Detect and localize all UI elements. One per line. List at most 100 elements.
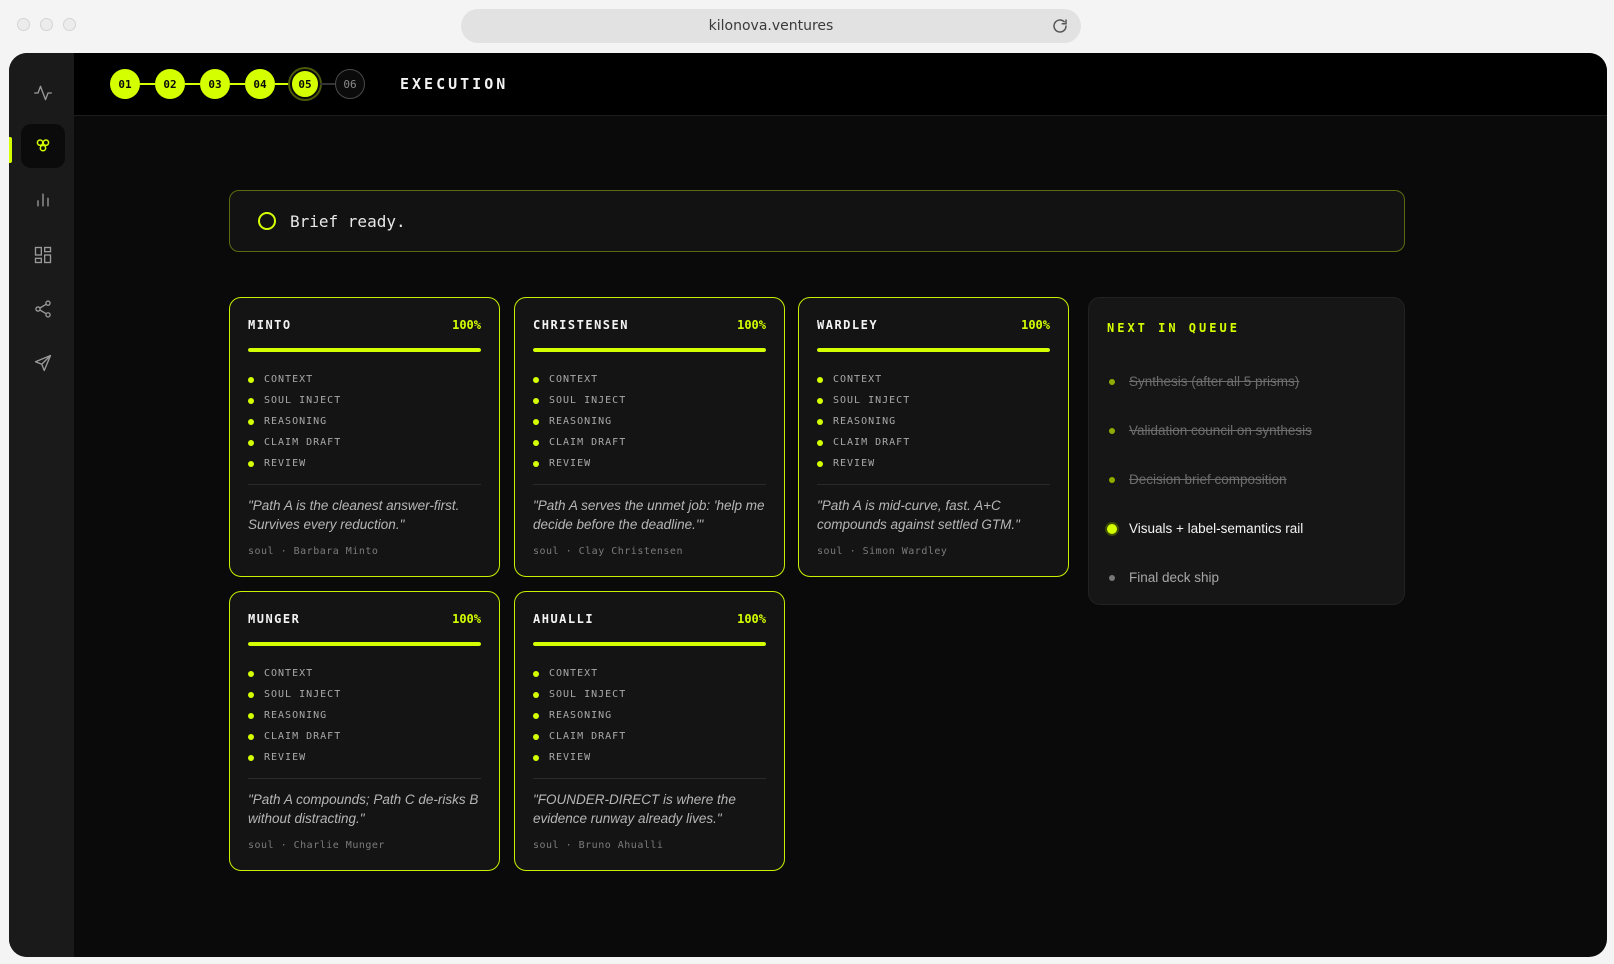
queue-item[interactable]: Validation council on synthesis <box>1107 406 1386 455</box>
prism-card-minto[interactable]: MINTO 100% CONTEXT SOUL INJECT REASONING… <box>229 297 500 577</box>
stage-item: CONTEXT <box>248 369 481 390</box>
nav-analytics[interactable] <box>21 178 65 222</box>
stage-item: CONTEXT <box>533 663 766 684</box>
prism-icon <box>36 139 50 152</box>
step-connector <box>320 83 335 85</box>
stage-label: CLAIM DRAFT <box>833 437 911 448</box>
minimize-window-button[interactable] <box>40 18 53 31</box>
prism-card-wardley[interactable]: WARDLEY 100% CONTEXT SOUL INJECT REASONI… <box>798 297 1069 577</box>
stage-done-dot <box>248 754 254 761</box>
step-06[interactable]: 06 <box>335 69 365 99</box>
card-quote: "Path A compounds; Path C de-risks B wit… <box>248 792 479 826</box>
card-percent: 100% <box>452 612 481 626</box>
card-percent: 100% <box>452 318 481 332</box>
queue-item[interactable]: Final deck ship <box>1107 553 1386 602</box>
maximize-window-button[interactable] <box>63 18 76 31</box>
reload-icon[interactable] <box>1051 17 1069 35</box>
step-02[interactable]: 02 <box>155 69 185 99</box>
stage-item: CLAIM DRAFT <box>817 432 1050 453</box>
progress-fill <box>817 348 1050 352</box>
card-divider <box>248 778 481 779</box>
queue-item-current[interactable]: Visuals + label-semantics rail <box>1107 504 1386 553</box>
queue-item[interactable]: Decision brief composition <box>1107 455 1386 504</box>
queue-item-label: Decision brief composition <box>1129 472 1287 487</box>
stage-label: CLAIM DRAFT <box>264 731 342 742</box>
step-03[interactable]: 03 <box>200 69 230 99</box>
queue-done-dot <box>1109 476 1115 483</box>
grid-icon <box>34 246 52 264</box>
stage-done-dot <box>817 376 823 383</box>
card-percent: 100% <box>737 318 766 332</box>
close-window-button[interactable] <box>17 18 30 31</box>
card-percent: 100% <box>1021 318 1050 332</box>
stage-item: SOUL INJECT <box>533 684 766 705</box>
stage-done-dot <box>533 418 539 425</box>
card-title: AHUALLI <box>533 612 595 626</box>
stage-label: REASONING <box>264 710 328 721</box>
bar-chart-icon <box>37 193 49 207</box>
nav-dashboard[interactable] <box>21 233 65 277</box>
step-connector <box>140 83 155 85</box>
nav-prisms[interactable] <box>21 124 65 168</box>
next-in-queue-panel: NEXT IN QUEUE Synthesis (after all 5 pri… <box>1088 297 1405 605</box>
card-soul: soul · Charlie Munger <box>248 840 385 851</box>
stage-item: CONTEXT <box>817 369 1050 390</box>
stage-label: CONTEXT <box>549 668 599 679</box>
stage-done-dot <box>248 376 254 383</box>
progress-bar <box>533 642 766 646</box>
stage-label: SOUL INJECT <box>549 395 627 406</box>
stage-label: REVIEW <box>264 458 307 469</box>
prism-card-ahualli[interactable]: AHUALLI 100% CONTEXT SOUL INJECT REASONI… <box>514 591 785 871</box>
stage-done-dot <box>533 691 539 698</box>
nav-activity[interactable] <box>21 71 65 115</box>
stage-label: REASONING <box>549 710 613 721</box>
share-icon <box>35 300 51 318</box>
stage-label: REASONING <box>833 416 897 427</box>
queue-title: NEXT IN QUEUE <box>1107 321 1240 335</box>
stage-done-dot <box>817 439 823 446</box>
card-soul: soul · Bruno Ahualli <box>533 840 664 851</box>
stage-item: CONTEXT <box>248 663 481 684</box>
stage-label: SOUL INJECT <box>833 395 911 406</box>
step-01[interactable]: 01 <box>110 69 140 99</box>
stage-done-dot <box>817 460 823 467</box>
stage-item: REASONING <box>817 411 1050 432</box>
progress-bar <box>248 348 481 352</box>
stage-item: REASONING <box>533 705 766 726</box>
app-window: 01 02 03 04 05 06 EXECUTION Brief ready.… <box>9 53 1607 957</box>
sidebar <box>9 53 74 957</box>
stage-list: CONTEXT SOUL INJECT REASONING CLAIM DRAF… <box>248 663 481 768</box>
stage-item: REVIEW <box>248 453 481 474</box>
stage-done-dot <box>533 733 539 740</box>
stage-done-dot <box>533 670 539 677</box>
card-quote: "Path A is the cleanest answer-first. Su… <box>248 498 460 532</box>
stage-label: REASONING <box>549 416 613 427</box>
address-bar[interactable]: kilonova.ventures <box>461 9 1081 43</box>
card-title: CHRISTENSEN <box>533 318 629 332</box>
step-05[interactable]: 05 <box>290 69 320 99</box>
stage-label: SOUL INJECT <box>549 689 627 700</box>
nav-share[interactable] <box>21 287 65 331</box>
progress-fill <box>248 348 481 352</box>
stage-label: REVIEW <box>549 458 592 469</box>
queue-item-label: Synthesis (after all 5 prisms) <box>1129 374 1300 389</box>
prism-card-christensen[interactable]: CHRISTENSEN 100% CONTEXT SOUL INJECT REA… <box>514 297 785 577</box>
card-soul: soul · Clay Christensen <box>533 546 683 557</box>
brief-status-text: Brief ready. <box>290 211 406 231</box>
phase-title: EXECUTION <box>400 75 509 93</box>
stage-label: REVIEW <box>549 752 592 763</box>
prism-card-munger[interactable]: MUNGER 100% CONTEXT SOUL INJECT REASONIN… <box>229 591 500 871</box>
activity-icon <box>34 85 52 101</box>
stage-item: SOUL INJECT <box>533 390 766 411</box>
queue-current-dot <box>1107 523 1117 534</box>
stage-item: CLAIM DRAFT <box>248 432 481 453</box>
step-04[interactable]: 04 <box>245 69 275 99</box>
queue-done-dot <box>1109 427 1115 434</box>
card-quote: "Path A is mid-curve, fast. A+C compound… <box>817 498 1020 532</box>
stage-done-dot <box>248 418 254 425</box>
card-quote: "FOUNDER-DIRECT is where the evidence ru… <box>533 792 736 826</box>
queue-item[interactable]: Synthesis (after all 5 prisms) <box>1107 357 1386 406</box>
stage-done-dot <box>248 439 254 446</box>
card-quote: "Path A serves the unmet job: 'help me d… <box>533 498 765 532</box>
nav-send[interactable] <box>21 341 65 385</box>
